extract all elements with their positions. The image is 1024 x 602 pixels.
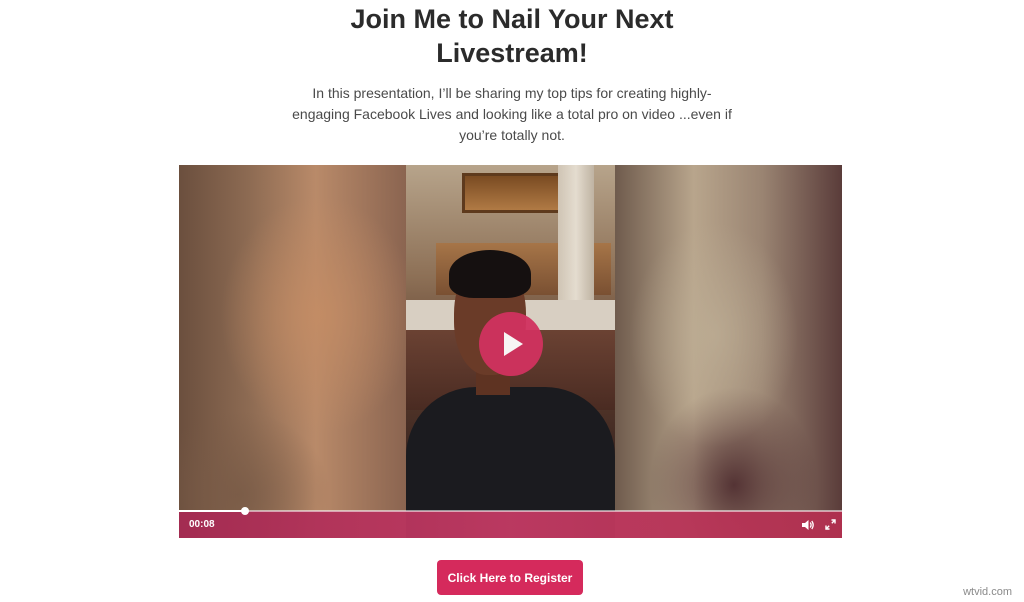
video-control-bar [179, 511, 842, 538]
description-line-3: you’re totally not. [459, 127, 565, 143]
presenter-hair [449, 250, 531, 298]
landing-page: Join Me to Nail Your Next Livestream! In… [0, 0, 1024, 602]
video-progress-fill [179, 510, 246, 512]
volume-icon[interactable] [801, 518, 815, 532]
video-player[interactable]: 00:08 [179, 165, 842, 538]
page-title-line-2: Livestream! [436, 38, 588, 68]
page-description: In this presentation, I’ll be sharing my… [0, 83, 1024, 146]
play-button[interactable] [479, 312, 543, 376]
description-line-2: engaging Facebook Lives and looking like… [292, 106, 732, 122]
play-icon [504, 332, 523, 356]
video-scene-ceiling [462, 173, 568, 213]
video-blurred-right-fill [614, 165, 842, 538]
watermark-text: wtvid.com [963, 586, 1012, 598]
video-blurred-left-fill [179, 165, 407, 538]
page-title-line-1: Join Me to Nail Your Next [350, 4, 674, 34]
register-button[interactable]: Click Here to Register [437, 560, 583, 595]
fullscreen-icon[interactable] [825, 519, 836, 530]
description-line-1: In this presentation, I’ll be sharing my… [312, 85, 712, 101]
video-current-time: 00:08 [189, 519, 215, 530]
page-title: Join Me to Nail Your Next Livestream! [0, 2, 1024, 70]
video-progress-bar[interactable] [179, 507, 842, 515]
